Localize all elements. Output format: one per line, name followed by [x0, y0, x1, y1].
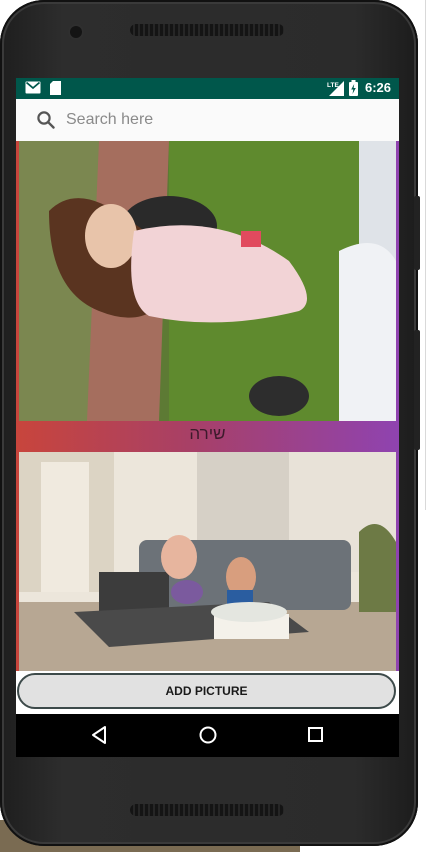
battery-charging-icon — [349, 80, 358, 96]
network-label: LTE — [327, 82, 339, 89]
gallery-caption: שירה — [189, 424, 226, 443]
app-screen: LTE 6:26 Search here שירה ADD PICTURE — [16, 78, 399, 757]
window-edge — [425, 0, 426, 510]
home-icon[interactable] — [197, 724, 219, 746]
gallery-item[interactable]: שירה — [16, 141, 399, 449]
phone-frame: LTE 6:26 Search here שירה ADD PICTURE — [0, 0, 420, 846]
top-speaker — [130, 24, 284, 36]
recents-icon[interactable] — [306, 724, 326, 746]
gallery-photo[interactable] — [19, 452, 396, 671]
add-picture-button[interactable]: ADD PICTURE — [17, 673, 396, 709]
front-camera — [70, 26, 82, 38]
back-icon[interactable] — [90, 724, 108, 746]
gmail-icon — [25, 81, 41, 94]
desktop-background — [418, 0, 435, 852]
signal-icon: LTE — [327, 81, 344, 96]
sd-card-icon — [50, 81, 61, 95]
search-bar — [16, 99, 399, 142]
search-input[interactable] — [66, 107, 386, 133]
gallery-list[interactable]: שירה — [16, 141, 399, 671]
power-button[interactable] — [414, 196, 420, 270]
gallery-photo[interactable] — [19, 141, 396, 421]
gallery-item[interactable] — [16, 449, 399, 671]
search-icon[interactable] — [36, 110, 56, 130]
status-time: 6:26 — [364, 80, 391, 95]
volume-rocker[interactable] — [414, 330, 420, 450]
navigation-bar — [16, 714, 399, 757]
status-bar: LTE 6:26 — [16, 78, 399, 99]
bottom-speaker — [130, 804, 284, 816]
